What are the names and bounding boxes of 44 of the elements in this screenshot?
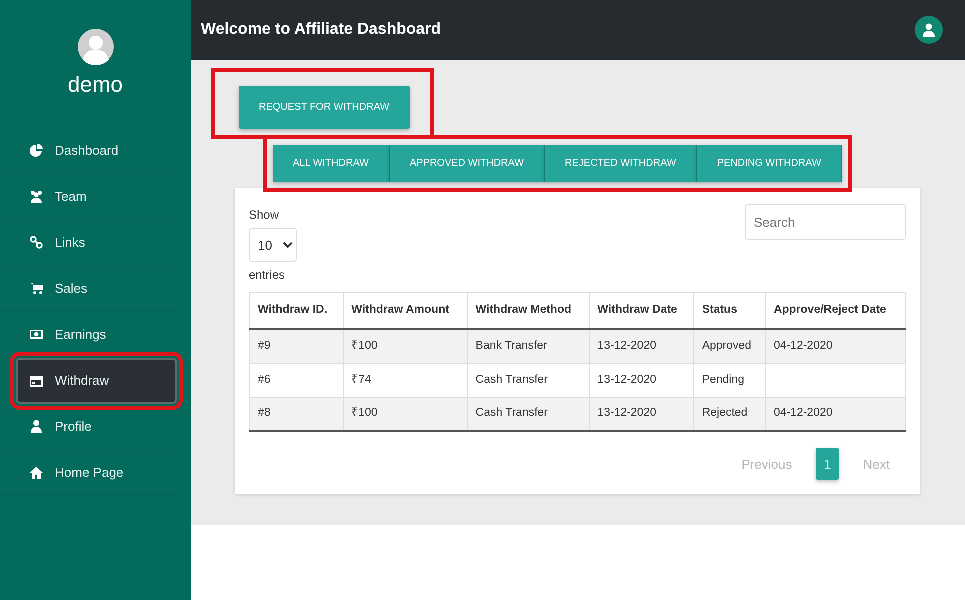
sidebar-item[interactable]: Home Page — [0, 450, 177, 496]
table-cell: #8 — [250, 397, 344, 432]
account-button[interactable] — [915, 16, 943, 44]
table-cell: Cash Transfer — [467, 397, 590, 432]
filter-tab[interactable]: REJECTED WITHDRAW — [545, 145, 698, 182]
table-cell: ₹100 — [343, 329, 468, 364]
users-icon — [30, 190, 43, 203]
link-icon — [30, 236, 43, 249]
page-size-select[interactable]: 10 — [249, 228, 297, 262]
pie-chart-icon — [30, 144, 43, 157]
sidebar-item[interactable]: Profile — [0, 404, 177, 450]
table-cell: Cash Transfer — [467, 363, 590, 398]
entries-label: entries — [249, 267, 286, 284]
filter-tab[interactable]: APPROVED WITHDRAW — [390, 145, 546, 182]
credit-card-icon — [30, 374, 43, 388]
home-icon — [30, 466, 43, 479]
cart-icon — [30, 282, 43, 295]
table-cell: Pending — [694, 363, 766, 398]
filter-tab[interactable]: PENDING WITHDRAW — [697, 145, 842, 182]
sidebar-item[interactable]: Sales — [0, 266, 177, 312]
table-cell: #9 — [250, 329, 344, 364]
page-title: Welcome to Affiliate Dashboard — [201, 20, 442, 40]
table-cell: 13-12-2020 — [589, 397, 694, 432]
table-cell: ₹100 — [343, 397, 468, 432]
table-cell: Bank Transfer — [467, 329, 590, 364]
show-label: Show — [249, 207, 280, 224]
user-name: demo — [68, 74, 124, 96]
table-cell: 13-12-2020 — [589, 363, 694, 398]
table-cell: ₹74 — [343, 363, 468, 398]
table-cell: 04-12-2020 — [765, 397, 906, 432]
user-icon — [30, 420, 43, 433]
table-cell: Rejected — [694, 397, 766, 432]
request-withdraw-button[interactable]: REQUEST FOR WITHDRAW — [239, 86, 410, 129]
banknote-icon — [30, 328, 43, 341]
table-cell: #6 — [250, 363, 344, 398]
table-cell: 04-12-2020 — [765, 329, 906, 364]
filter-tab[interactable]: ALL WITHDRAW — [273, 145, 390, 182]
table-cell: Approved — [694, 329, 766, 364]
sidebar-item[interactable]: Team — [0, 174, 177, 220]
user-icon — [922, 23, 936, 37]
table-cell: 13-12-2020 — [589, 329, 694, 364]
sidebar-item[interactable]: Links — [0, 220, 177, 266]
sidebar-item[interactable]: Dashboard — [0, 128, 177, 174]
search-field[interactable]: Search — [745, 204, 906, 240]
